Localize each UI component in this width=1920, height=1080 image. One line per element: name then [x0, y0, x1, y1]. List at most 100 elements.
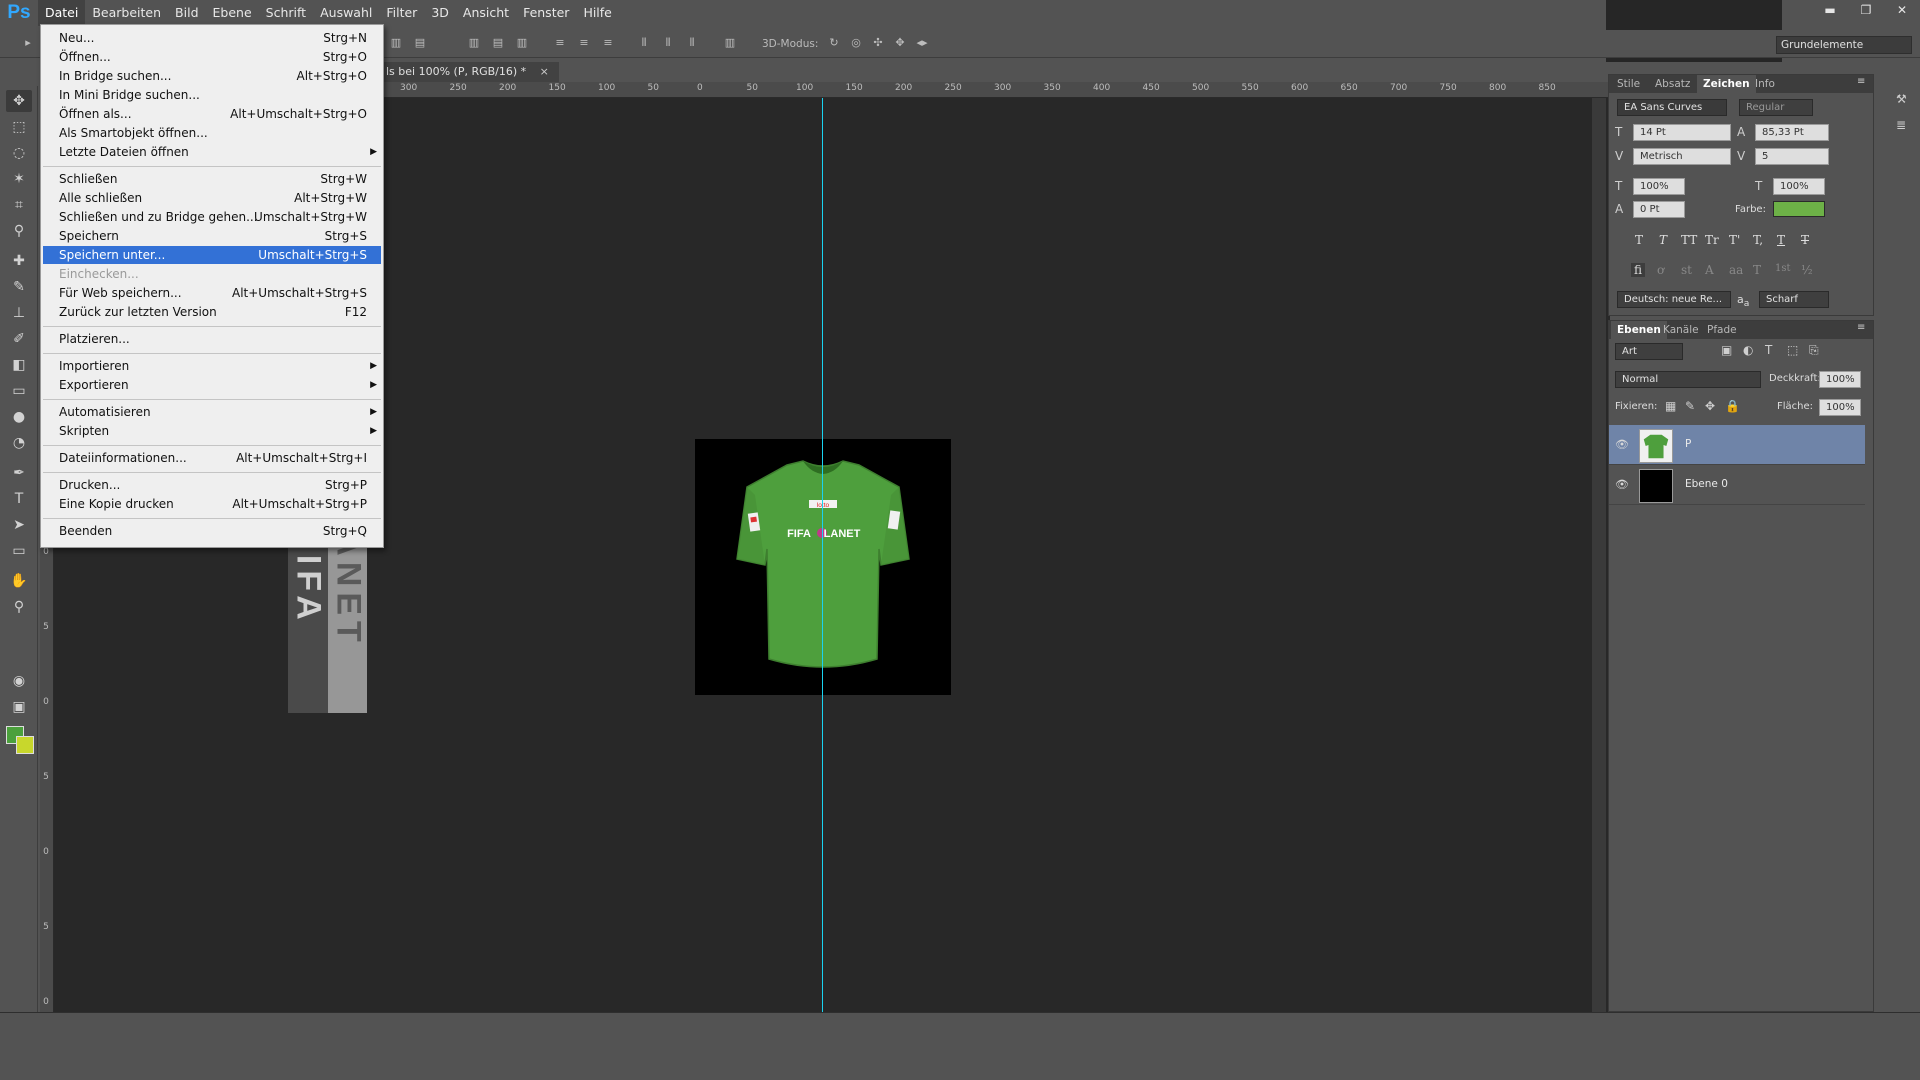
filter-pixel-icon[interactable]: ▣: [1721, 343, 1732, 357]
shape-tool-icon[interactable]: ▭: [6, 540, 32, 562]
tab-pfade[interactable]: Pfade: [1701, 321, 1743, 339]
menu-datei[interactable]: Datei: [38, 0, 86, 26]
file-menu-item[interactable]: Als Smartobjekt öffnen...: [43, 124, 381, 142]
distribute-left-icon[interactable]: ⫴: [636, 36, 652, 50]
file-menu-item[interactable]: Schließen und zu Bridge gehen... Umschalt…: [43, 208, 381, 226]
document-artboard[interactable]: lotto FIFA LANET: [695, 439, 951, 695]
3d-pan-icon[interactable]: ✣: [870, 36, 886, 50]
all-caps-button[interactable]: TT: [1681, 233, 1697, 247]
file-menu-item[interactable]: Importieren ▶: [43, 357, 381, 375]
horizontal-scale-field[interactable]: 100%: [1773, 178, 1825, 195]
document-tab[interactable]: ls bei 100% (P, RGB/16) * ×: [382, 62, 559, 82]
history-panel-icon[interactable]: ⚒: [1896, 92, 1907, 106]
lock-all-icon[interactable]: 🔒: [1725, 399, 1740, 413]
menu-schrift[interactable]: Schrift: [259, 0, 313, 26]
file-menu-item[interactable]: Schließen Strg+W: [43, 170, 381, 188]
file-menu-item[interactable]: Öffnen als... Alt+Umschalt+Strg+O: [43, 105, 381, 123]
filter-smart-icon[interactable]: ⎘: [1809, 343, 1819, 358]
3d-roll-icon[interactable]: ◎: [848, 36, 864, 50]
menu-fenster[interactable]: Fenster: [516, 0, 576, 26]
fractions-button[interactable]: ½: [1801, 263, 1813, 277]
file-menu-item[interactable]: Neu... Strg+N: [43, 29, 381, 47]
quick-mask-icon[interactable]: ◉: [6, 670, 32, 692]
tracking-field[interactable]: 5: [1755, 148, 1829, 165]
vertical-guide[interactable]: [822, 98, 823, 1012]
file-menu-item[interactable]: Beenden Strg+Q: [43, 522, 381, 540]
align-hcenter-icon[interactable]: ▤: [490, 36, 506, 50]
file-menu-item[interactable]: Eine Kopie drucken Alt+Umschalt+Strg+P: [43, 495, 381, 513]
align-right-icon[interactable]: ▥: [514, 36, 530, 50]
swash-button[interactable]: A: [1705, 263, 1714, 277]
visibility-eye-icon[interactable]: 👁: [1615, 438, 1629, 451]
file-menu-item[interactable]: Öffnen... Strg+O: [43, 48, 381, 66]
properties-panel-icon[interactable]: ≣: [1896, 118, 1906, 132]
tab-kanaele[interactable]: Kanäle: [1657, 321, 1705, 339]
close-tab-icon[interactable]: ×: [540, 65, 549, 78]
menu-ebene[interactable]: Ebene: [206, 0, 259, 26]
kerning-field[interactable]: Metrisch: [1633, 148, 1731, 165]
file-menu-item[interactable]: Exportieren ▶: [43, 376, 381, 394]
menu-ansicht[interactable]: Ansicht: [456, 0, 516, 26]
subscript-button[interactable]: T,: [1753, 233, 1763, 247]
eraser-tool-icon[interactable]: ◧: [6, 354, 32, 376]
align-left-icon[interactable]: ▥: [466, 36, 482, 50]
layer-row-p[interactable]: 👁 P: [1609, 425, 1865, 465]
screen-mode-icon[interactable]: ▣: [6, 696, 32, 718]
healing-brush-icon[interactable]: ✚: [6, 250, 32, 272]
blur-tool-icon[interactable]: ●: [6, 406, 32, 428]
file-menu-item[interactable]: Drucken... Strg+P: [43, 476, 381, 494]
menu-auswahl[interactable]: Auswahl: [313, 0, 379, 26]
faux-italic-button[interactable]: T: [1659, 233, 1667, 247]
distribute-right-icon[interactable]: ⫴: [684, 36, 700, 50]
brush-tool-icon[interactable]: ✎: [6, 276, 32, 298]
menu-bearbeiten[interactable]: Bearbeiten: [85, 0, 168, 26]
baseline-shift-field[interactable]: 0 Pt: [1633, 201, 1685, 218]
visibility-eye-icon[interactable]: 👁: [1615, 478, 1629, 491]
align-top-icon[interactable]: ▥: [388, 36, 404, 50]
eyedropper-icon[interactable]: ⚲: [6, 220, 32, 242]
small-caps-button[interactable]: Tr: [1705, 233, 1719, 247]
file-menu-item[interactable]: Platzieren...: [43, 330, 381, 348]
workspace-select[interactable]: Grundelemente: [1776, 36, 1912, 54]
magic-wand-icon[interactable]: ✶: [6, 168, 32, 190]
stylistic-alt-button[interactable]: aa: [1729, 263, 1743, 277]
close-icon[interactable]: ✕: [1884, 0, 1920, 20]
file-menu-item[interactable]: In Bridge suchen... Alt+Strg+O: [43, 67, 381, 85]
distribute-hcenter-icon[interactable]: ⫴: [660, 36, 676, 50]
file-menu-item[interactable]: Skripten ▶: [43, 422, 381, 440]
file-menu-item[interactable]: Automatisieren ▶: [43, 403, 381, 421]
ligatures-button[interactable]: fi: [1631, 263, 1646, 277]
3d-scale-icon[interactable]: ◂▸: [914, 36, 930, 50]
distribute-bottom-icon[interactable]: ≡: [600, 36, 616, 50]
gradient-tool-icon[interactable]: ▭: [6, 380, 32, 402]
panel-menu-icon[interactable]: ≡: [1857, 76, 1865, 87]
alt-ligatures-button[interactable]: ơ: [1657, 263, 1664, 277]
stamp-tool-icon[interactable]: ⊥: [6, 302, 32, 324]
lasso-tool-icon[interactable]: ◌: [6, 142, 32, 164]
faux-bold-button[interactable]: T: [1635, 233, 1643, 247]
lock-image-icon[interactable]: ✎: [1685, 399, 1695, 413]
blend-mode-select[interactable]: Normal: [1615, 371, 1761, 388]
font-family-select[interactable]: EA Sans Curves: [1617, 99, 1727, 116]
minimize-icon[interactable]: ▬: [1812, 0, 1848, 20]
file-menu-item[interactable]: Speichern Strg+S: [43, 227, 381, 245]
background-color-swatch[interactable]: [16, 736, 34, 754]
layers-menu-icon[interactable]: ≡: [1857, 322, 1865, 333]
distribute-top-icon[interactable]: ≡: [552, 36, 568, 50]
opacity-field[interactable]: 100%: [1819, 371, 1861, 388]
move-tool-icon[interactable]: ✥: [6, 90, 32, 112]
move-tool-options-icon[interactable]: ▸: [20, 36, 36, 50]
lock-transparency-icon[interactable]: ▦: [1665, 399, 1676, 413]
menu-hilfe[interactable]: Hilfe: [576, 0, 618, 26]
hand-tool-icon[interactable]: ✋: [6, 570, 32, 592]
filter-adjustment-icon[interactable]: ◐: [1743, 343, 1753, 357]
tab-stile[interactable]: Stile: [1611, 75, 1646, 93]
tab-absatz[interactable]: Absatz: [1649, 75, 1696, 93]
dodge-tool-icon[interactable]: ◔: [6, 432, 32, 454]
file-menu-item[interactable]: Zurück zur letzten Version F12: [43, 303, 381, 321]
file-menu-item[interactable]: Alle schließen Alt+Strg+W: [43, 189, 381, 207]
underline-button[interactable]: T: [1777, 233, 1785, 247]
menu-bild[interactable]: Bild: [168, 0, 205, 26]
vertical-scrollbar[interactable]: [1592, 98, 1606, 1012]
3d-slide-icon[interactable]: ✥: [892, 36, 908, 50]
